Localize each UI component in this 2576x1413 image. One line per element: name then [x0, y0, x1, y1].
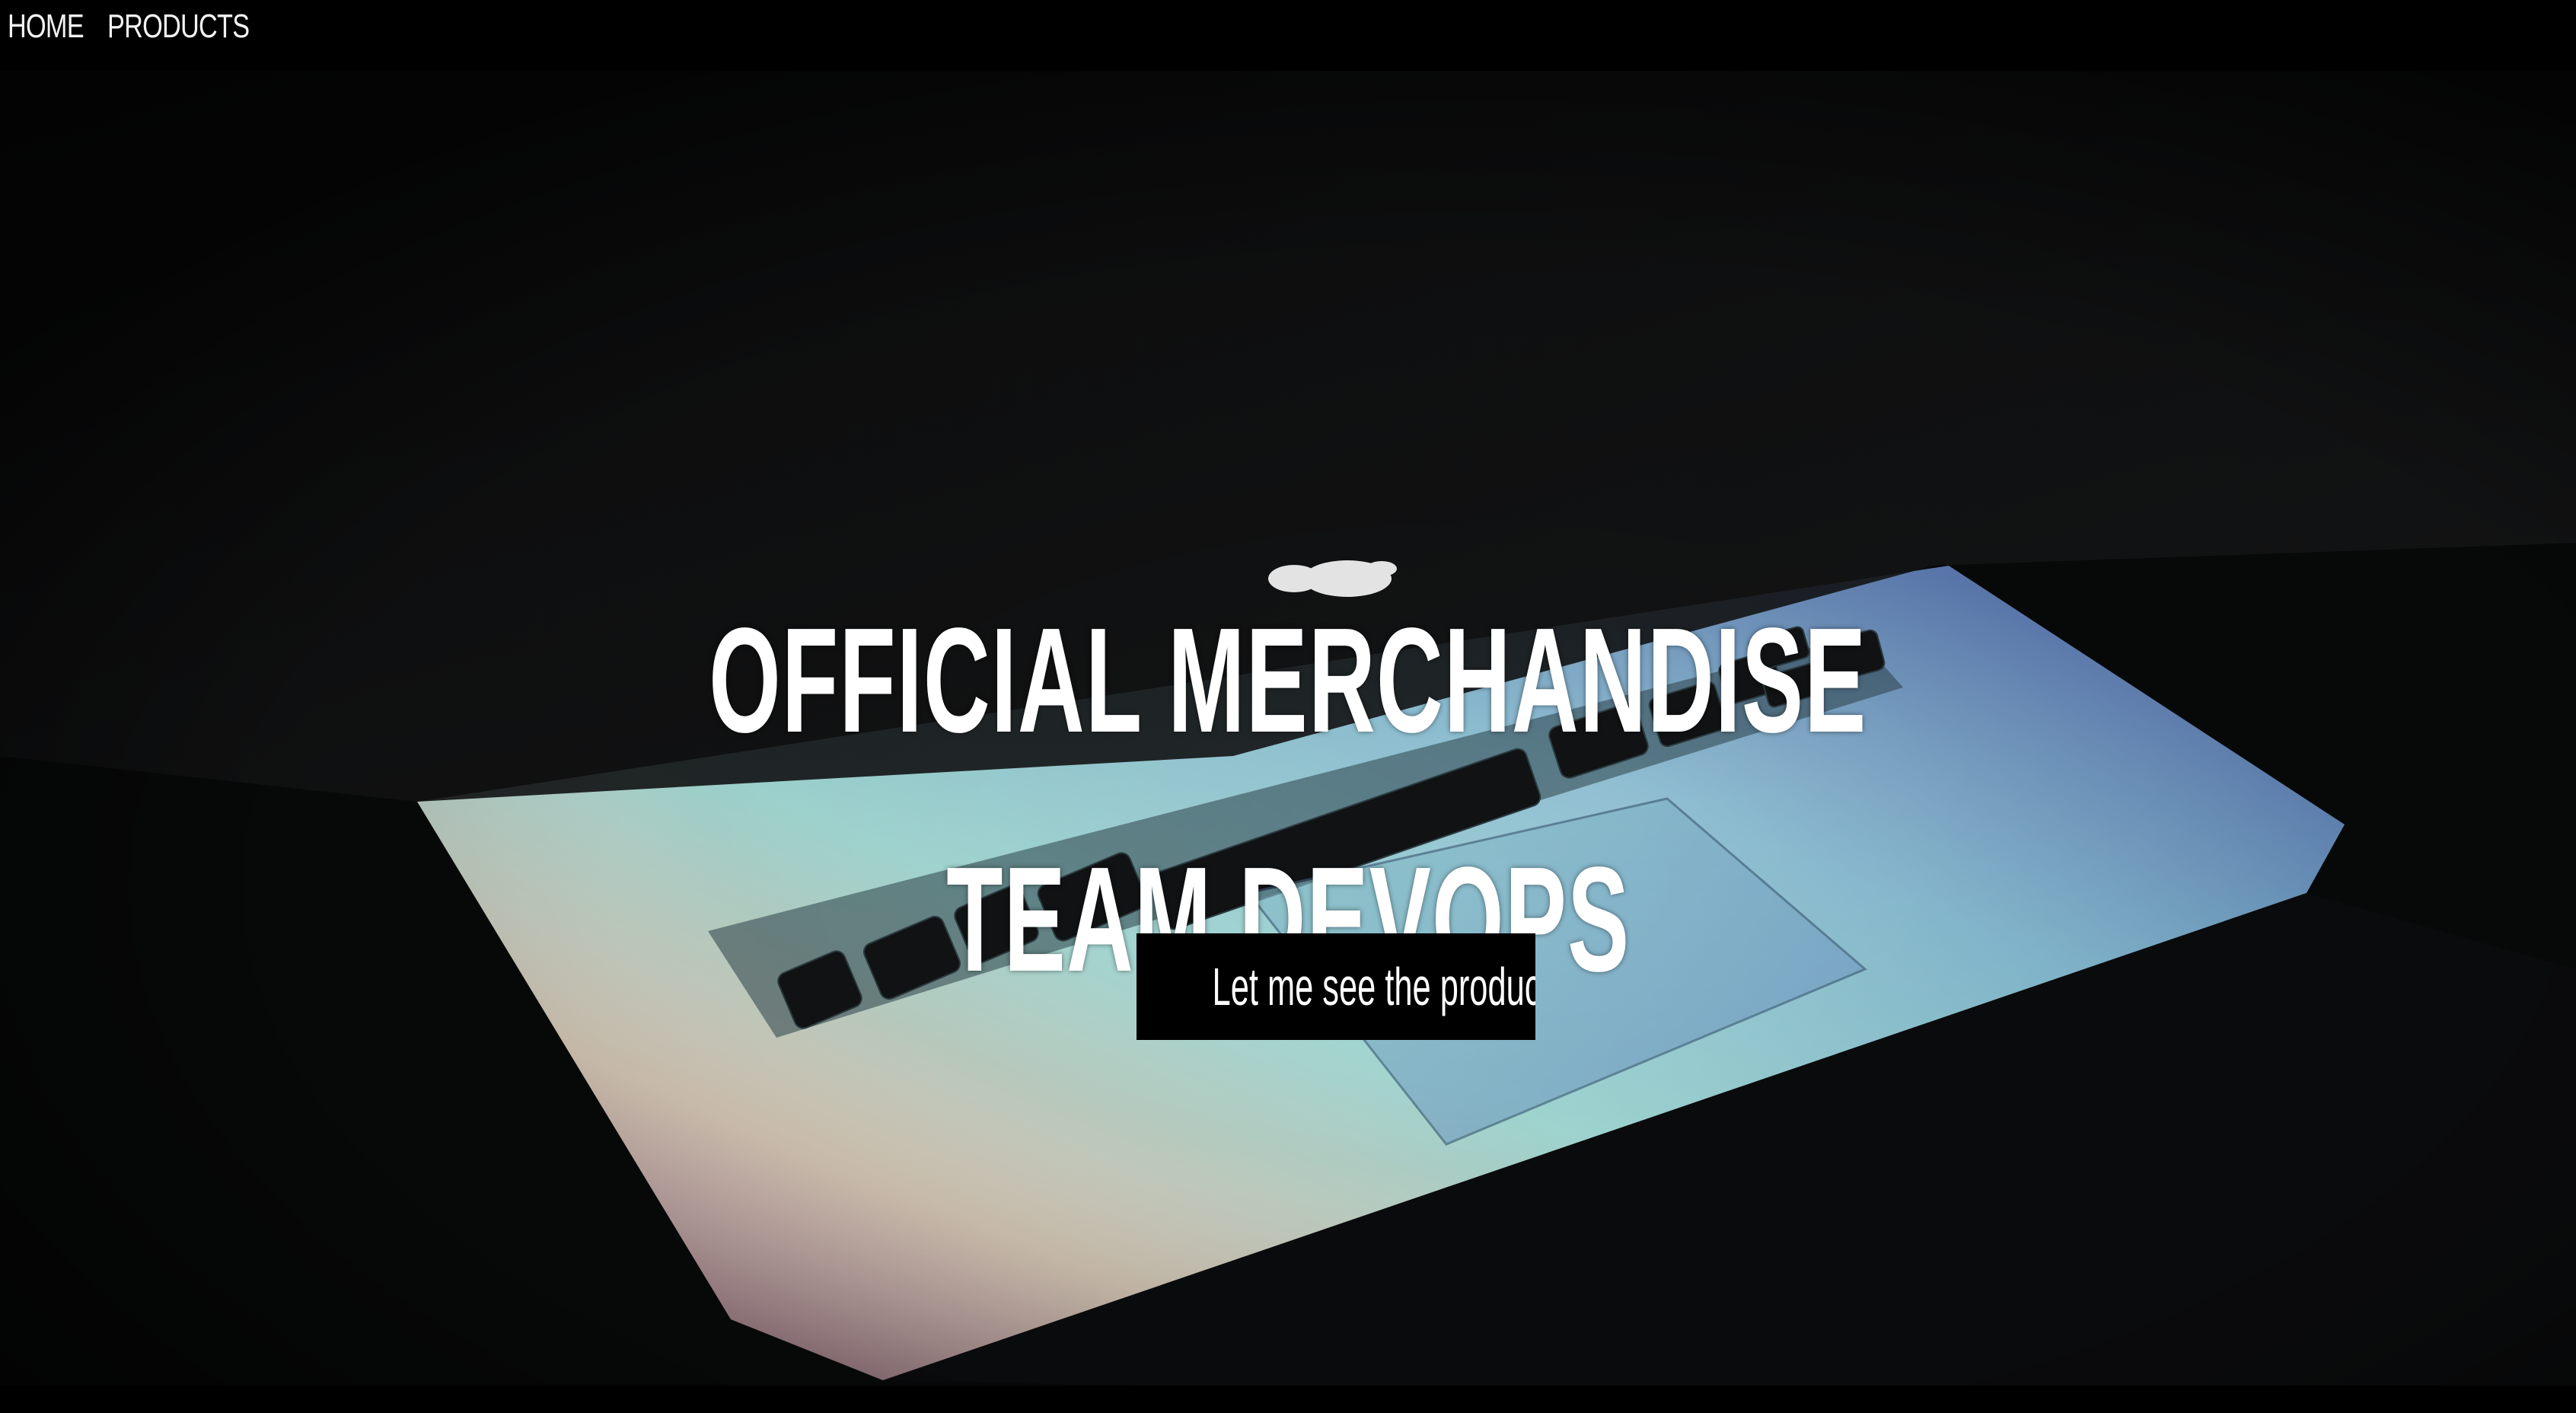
see-products-button[interactable]: Let me see the products [1137, 933, 1535, 1040]
see-products-button-label: Let me see the products [1212, 957, 1535, 1016]
bottom-strip [0, 1386, 2576, 1413]
top-navigation: HOME PRODUCTS [0, 0, 2576, 71]
hero-title: OFFICIAL MERCHANDISE [0, 597, 2576, 764]
hero-title-text: OFFICIAL MERCHANDISE [709, 597, 1867, 764]
nav-products-link[interactable]: PRODUCTS [107, 8, 250, 46]
nav-home-link[interactable]: HOME [8, 8, 84, 46]
hero-section: OFFICIAL MERCHANDISE TEAM DEVOPS Let me … [0, 71, 2576, 1386]
page: HOME PRODUCTS OFFICIAL MERCHANDISE TEAM … [0, 0, 2576, 1413]
